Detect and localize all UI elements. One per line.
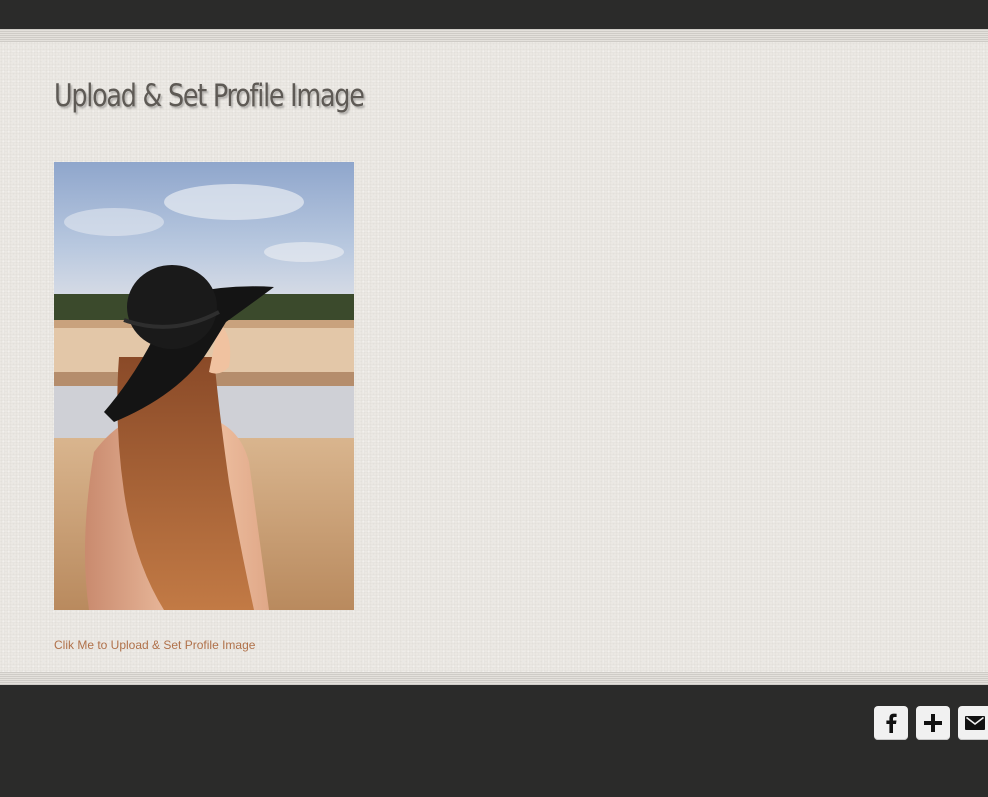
envelope-icon xyxy=(965,716,985,730)
facebook-share-button[interactable] xyxy=(874,706,908,740)
plus-icon xyxy=(924,714,942,732)
profile-photo xyxy=(54,162,354,610)
profile-image[interactable] xyxy=(54,162,354,610)
main-content: Upload & Set Profile Image Clik Me to Up… xyxy=(0,42,988,672)
upload-profile-image-link[interactable]: Clik Me to Upload & Set Profile Image xyxy=(54,638,255,652)
email-share-button[interactable] xyxy=(958,706,988,740)
facebook-icon xyxy=(886,713,897,733)
top-bar xyxy=(0,0,988,29)
share-more-button[interactable] xyxy=(916,706,950,740)
page-title: Upload & Set Profile Image xyxy=(54,78,365,114)
bottom-divider xyxy=(0,672,988,685)
footer xyxy=(0,685,988,797)
top-divider xyxy=(0,29,988,42)
